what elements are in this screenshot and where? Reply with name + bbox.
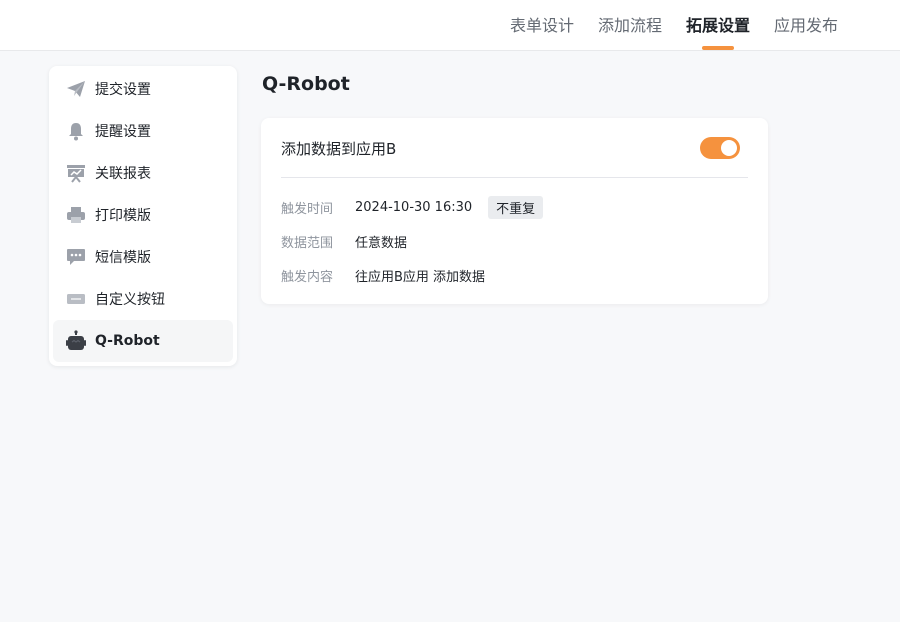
top-tabs: 表单设计 添加流程 拓展设置 应用发布 (486, 0, 838, 51)
sidebar-item-label: 提交设置 (95, 82, 151, 98)
bell-icon (65, 120, 87, 142)
trigger-time-value: 2024-10-30 16:30 (355, 199, 473, 215)
sidebar: 提交设置 提醒设置 关联报表 打印模版 短信模版 自定义按钮 Q-Robot (49, 66, 237, 366)
tab-add-process[interactable]: 添加流程 (598, 0, 662, 51)
sidebar-item-label: 自定义按钮 (95, 292, 165, 308)
tab-extension-settings-label: 拓展设置 (685, 16, 750, 35)
robot-icon (65, 330, 87, 352)
sidebar-item-label: 提醒设置 (95, 124, 151, 140)
trigger-time-row: 触发时间 2024-10-30 16:30 不重复 (281, 195, 544, 219)
button-icon (65, 288, 87, 310)
sidebar-item-label: 打印模版 (95, 208, 151, 224)
printer-icon (65, 204, 87, 226)
data-range-value: 任意数据 (355, 235, 408, 251)
card-header: 添加数据到应用B (281, 137, 748, 178)
page-title: Q-Robot (262, 73, 350, 95)
robot-rule-card[interactable]: 添加数据到应用B 触发时间 2024-10-30 16:30 不重复 数据范围 … (261, 118, 768, 304)
trigger-content-label: 触发内容 (281, 269, 334, 285)
report-icon (65, 162, 87, 184)
sidebar-item-sms-template[interactable]: 短信模版 (53, 236, 233, 278)
sidebar-item-print-template[interactable]: 打印模版 (53, 194, 233, 236)
card-title: 添加数据到应用B (281, 140, 397, 158)
tab-form-design[interactable]: 表单设计 (510, 0, 574, 51)
repeat-badge: 不重复 (488, 195, 544, 219)
trigger-content-row: 触发内容 往应用B应用 添加数据 (281, 263, 485, 287)
message-icon (65, 246, 87, 268)
sidebar-item-q-robot[interactable]: Q-Robot (53, 320, 233, 362)
sidebar-item-custom-button[interactable]: 自定义按钮 (53, 278, 233, 320)
data-range-row: 数据范围 任意数据 (281, 229, 407, 253)
sidebar-item-submit-settings[interactable]: 提交设置 (53, 68, 233, 110)
trigger-time-label: 触发时间 (281, 201, 334, 217)
trigger-content-value: 往应用B应用 添加数据 (355, 269, 486, 285)
sidebar-item-label: 关联报表 (95, 166, 151, 182)
active-tab-indicator (701, 46, 734, 50)
sidebar-item-label: 短信模版 (95, 250, 151, 266)
data-range-label: 数据范围 (281, 235, 334, 251)
tab-app-publish[interactable]: 应用发布 (774, 0, 838, 51)
toggle-knob (721, 140, 737, 156)
sidebar-item-reminder-settings[interactable]: 提醒设置 (53, 110, 233, 152)
tab-extension-settings[interactable]: 拓展设置 (686, 0, 750, 51)
top-nav-bar: 表单设计 添加流程 拓展设置 应用发布 (0, 0, 900, 51)
send-icon (65, 78, 87, 100)
enable-toggle[interactable] (700, 137, 740, 159)
sidebar-item-label: Q-Robot (95, 333, 160, 349)
sidebar-item-related-reports[interactable]: 关联报表 (53, 152, 233, 194)
